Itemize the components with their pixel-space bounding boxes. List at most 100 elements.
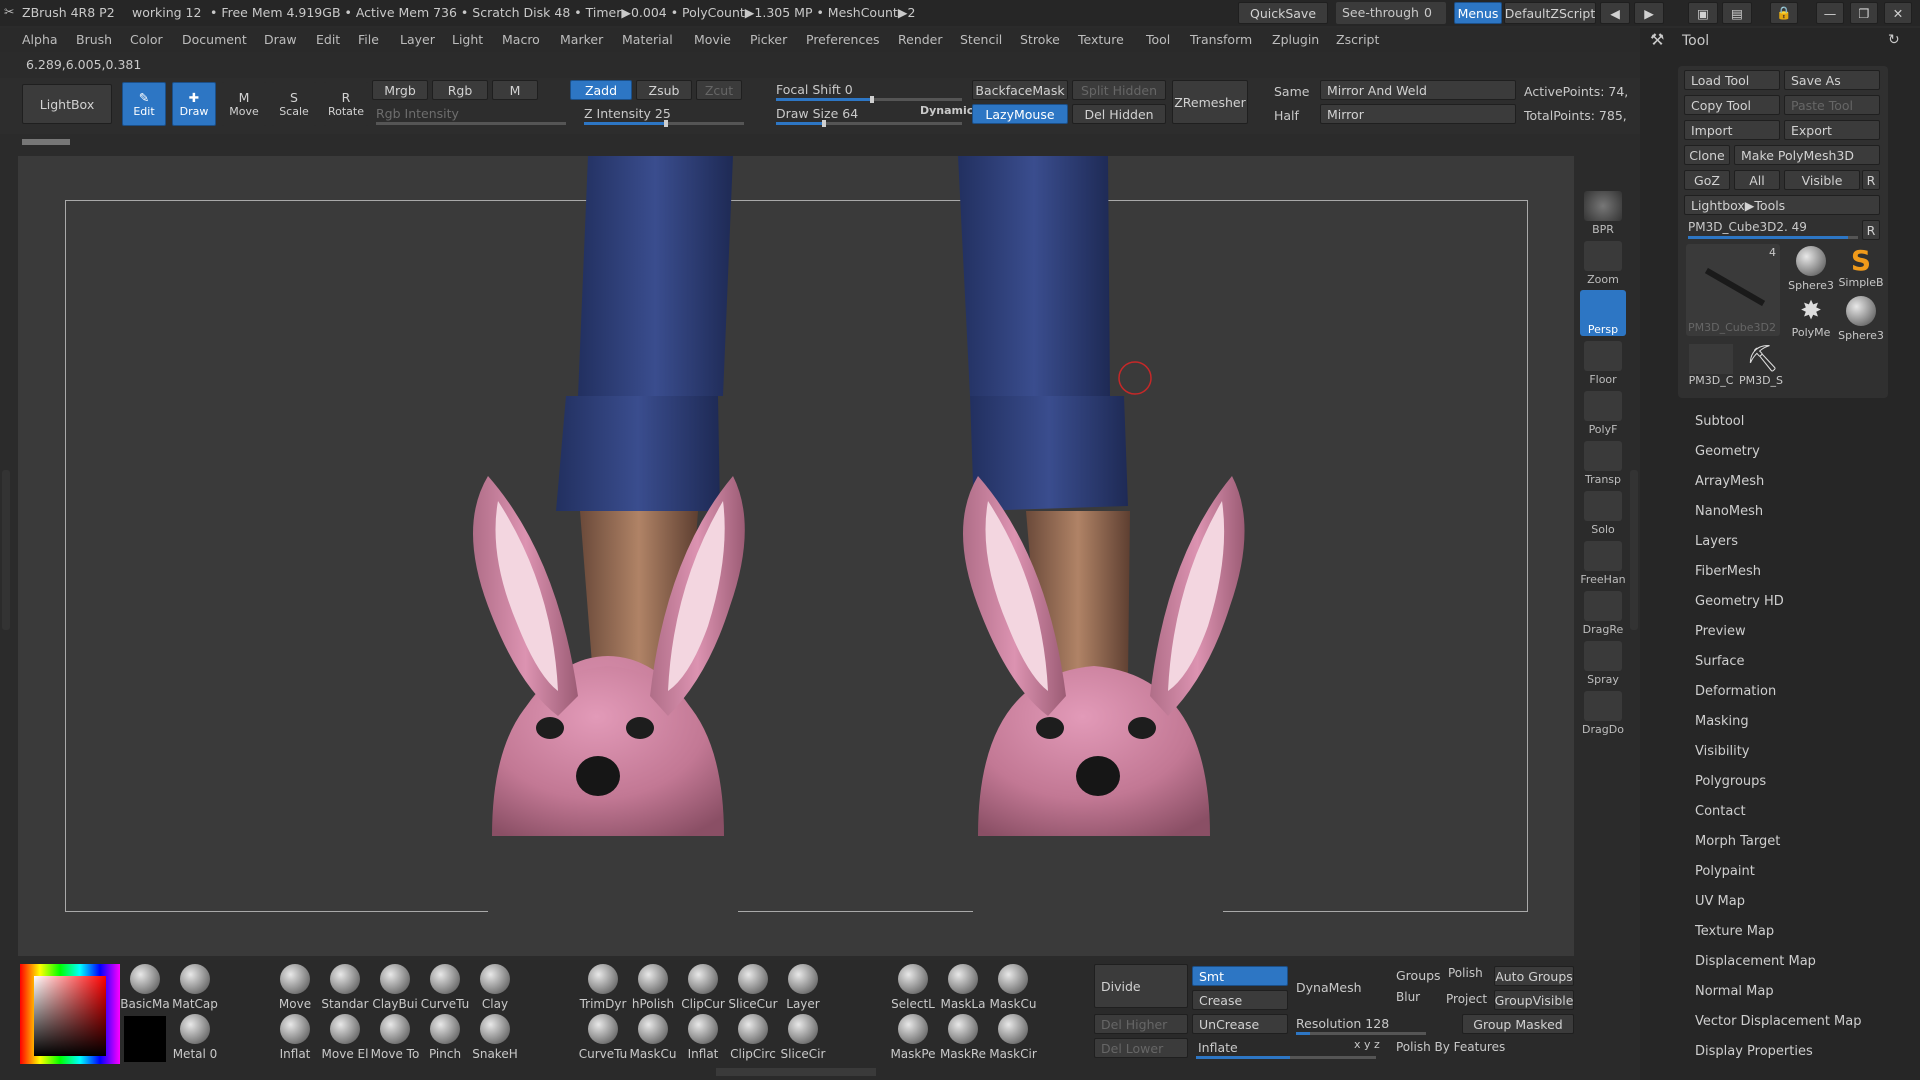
section-polypaint[interactable]: Polypaint: [1695, 864, 1755, 879]
resolution-label[interactable]: Resolution 128: [1296, 1016, 1389, 1031]
uncrease-button[interactable]: UnCrease: [1192, 1014, 1288, 1034]
backfacemask-button[interactable]: BackfaceMask: [972, 80, 1068, 100]
brush-curvetube[interactable]: CurveTu: [420, 964, 470, 1014]
menu-zscript[interactable]: Zscript: [1336, 32, 1379, 47]
half-label[interactable]: Half: [1274, 108, 1299, 123]
rgb-button[interactable]: Rgb: [432, 80, 488, 100]
draw-size-slider[interactable]: [776, 120, 962, 127]
same-label[interactable]: Same: [1274, 84, 1309, 99]
rgb-intensity-slider[interactable]: [376, 122, 566, 125]
tool-thumb-main[interactable]: 4 PM3D_Cube3D2: [1686, 244, 1780, 336]
import-button[interactable]: Import: [1684, 120, 1780, 140]
section-deformation[interactable]: Deformation: [1695, 684, 1776, 699]
section-subtool[interactable]: Subtool: [1695, 414, 1744, 429]
lock-icon[interactable]: 🔒: [1770, 2, 1798, 24]
brush-hpolish[interactable]: hPolish: [628, 964, 678, 1014]
divide-button[interactable]: Divide: [1094, 964, 1188, 1008]
persp-button[interactable]: Persp: [1580, 290, 1626, 336]
polyf-button[interactable]: PolyF: [1580, 390, 1626, 436]
menu-picker[interactable]: Picker: [750, 32, 787, 47]
scale-button[interactable]: S Scale: [272, 82, 316, 126]
menu-stroke[interactable]: Stroke: [1020, 32, 1060, 47]
section-vector-displacement-map[interactable]: Vector Displacement Map: [1695, 1014, 1862, 1029]
scroll-left-icon[interactable]: ◀: [1600, 2, 1630, 24]
auto-groups-button[interactable]: Auto Groups: [1494, 966, 1574, 986]
zoom-button[interactable]: Zoom: [1580, 240, 1626, 286]
zcut-button[interactable]: Zcut: [696, 80, 742, 100]
layout-alt-icon[interactable]: ▤: [1722, 2, 1752, 24]
secondary-color-swatch[interactable]: [124, 1016, 166, 1062]
lightbox-tools-button[interactable]: Lightbox▶Tools: [1684, 195, 1880, 215]
goz-visible-button[interactable]: Visible: [1784, 170, 1860, 190]
goz-button[interactable]: GoZ: [1684, 170, 1730, 190]
del-lower-button[interactable]: Del Lower: [1094, 1038, 1188, 1058]
minimize-icon[interactable]: —: [1816, 2, 1844, 24]
menu-render[interactable]: Render: [898, 32, 943, 47]
goz-r-button[interactable]: R: [1862, 170, 1880, 190]
brush-pinch[interactable]: Pinch: [420, 1014, 470, 1064]
brush-move[interactable]: Move: [270, 964, 320, 1014]
layout-icon[interactable]: ▣: [1688, 2, 1718, 24]
dynamesh-label[interactable]: DynaMesh: [1296, 980, 1362, 995]
section-displacement-map[interactable]: Displacement Map: [1695, 954, 1816, 969]
brush-standard[interactable]: Standar: [320, 964, 370, 1014]
groups-label[interactable]: Groups: [1396, 968, 1441, 983]
blur-label[interactable]: Blur: [1396, 990, 1420, 1004]
section-masking[interactable]: Masking: [1695, 714, 1749, 729]
menus-toggle[interactable]: Menus: [1454, 2, 1502, 24]
mirror-button[interactable]: Mirror: [1320, 104, 1516, 124]
section-geometry-hd[interactable]: Geometry HD: [1695, 594, 1784, 609]
section-normal-map[interactable]: Normal Map: [1695, 984, 1774, 999]
save-as-button[interactable]: Save As: [1784, 70, 1880, 90]
menu-tool[interactable]: Tool: [1146, 32, 1170, 47]
section-arraymesh[interactable]: ArrayMesh: [1695, 474, 1764, 489]
resolution-slider[interactable]: [1296, 1032, 1426, 1035]
zsub-button[interactable]: Zsub: [636, 80, 692, 100]
focal-shift-slider[interactable]: [776, 96, 962, 103]
section-fibermesh[interactable]: FiberMesh: [1695, 564, 1761, 579]
section-uv-map[interactable]: UV Map: [1695, 894, 1745, 909]
tool-thumb-pm3d-s[interactable]: ⛏ PM3D_S: [1736, 344, 1786, 394]
z-intensity-slider[interactable]: [584, 120, 744, 127]
bpr-button[interactable]: BPR: [1580, 190, 1626, 236]
dragdot-button[interactable]: DragDo: [1580, 690, 1626, 736]
brush-layer[interactable]: Layer: [778, 964, 828, 1014]
section-geometry[interactable]: Geometry: [1695, 444, 1760, 459]
brush-trimdynamic[interactable]: TrimDyr: [578, 964, 628, 1014]
quicksave-button[interactable]: QuickSave: [1238, 2, 1328, 24]
current-tool-slider[interactable]: [1688, 236, 1858, 239]
brush-slicecircle[interactable]: SliceCir: [778, 1014, 828, 1064]
lightbox-button[interactable]: LightBox: [22, 84, 112, 124]
group-masked-button[interactable]: Group Masked: [1462, 1014, 1574, 1034]
menu-brush[interactable]: Brush: [76, 32, 112, 47]
split-hidden-button[interactable]: Split Hidden: [1072, 80, 1166, 100]
smt-toggle[interactable]: Smt: [1192, 966, 1288, 986]
brush-masklasso[interactable]: MaskLa: [938, 964, 988, 1014]
tool-thumb-sphere2[interactable]: Sphere3: [1836, 296, 1886, 346]
draw-button[interactable]: ✚ Draw: [172, 82, 216, 126]
rotate-button[interactable]: R Rotate: [324, 82, 368, 126]
tool-thumb-sphere[interactable]: Sphere3: [1786, 246, 1836, 296]
menu-document[interactable]: Document: [182, 32, 247, 47]
right-tray-handle[interactable]: [1630, 470, 1638, 630]
left-tray-handle[interactable]: [2, 470, 10, 630]
paste-tool-button[interactable]: Paste Tool: [1784, 95, 1880, 115]
color-picker[interactable]: [20, 964, 120, 1064]
project-label[interactable]: Project: [1446, 992, 1487, 1006]
menu-preferences[interactable]: Preferences: [806, 32, 880, 47]
refresh-icon[interactable]: ↻: [1888, 32, 1900, 48]
section-surface[interactable]: Surface: [1695, 654, 1745, 669]
material-metal[interactable]: Metal 0: [170, 1014, 220, 1064]
tool-thumb-polymesh[interactable]: ✸ PolyMe: [1786, 296, 1836, 346]
brush-maskrect[interactable]: MaskRe: [938, 1014, 988, 1064]
brush-clay[interactable]: Clay: [470, 964, 520, 1014]
floor-button[interactable]: Floor: [1580, 340, 1626, 386]
load-tool-button[interactable]: Load Tool: [1684, 70, 1780, 90]
crease-button[interactable]: Crease: [1192, 990, 1288, 1010]
make-polymesh-button[interactable]: Make PolyMesh3D: [1734, 145, 1880, 165]
inflate-slider[interactable]: [1196, 1056, 1376, 1059]
edit-button[interactable]: ✎ Edit: [122, 82, 166, 126]
current-tool-label[interactable]: PM3D_Cube3D2. 49: [1688, 220, 1807, 234]
del-higher-button[interactable]: Del Higher: [1094, 1014, 1188, 1034]
model-render[interactable]: [18, 156, 1574, 956]
